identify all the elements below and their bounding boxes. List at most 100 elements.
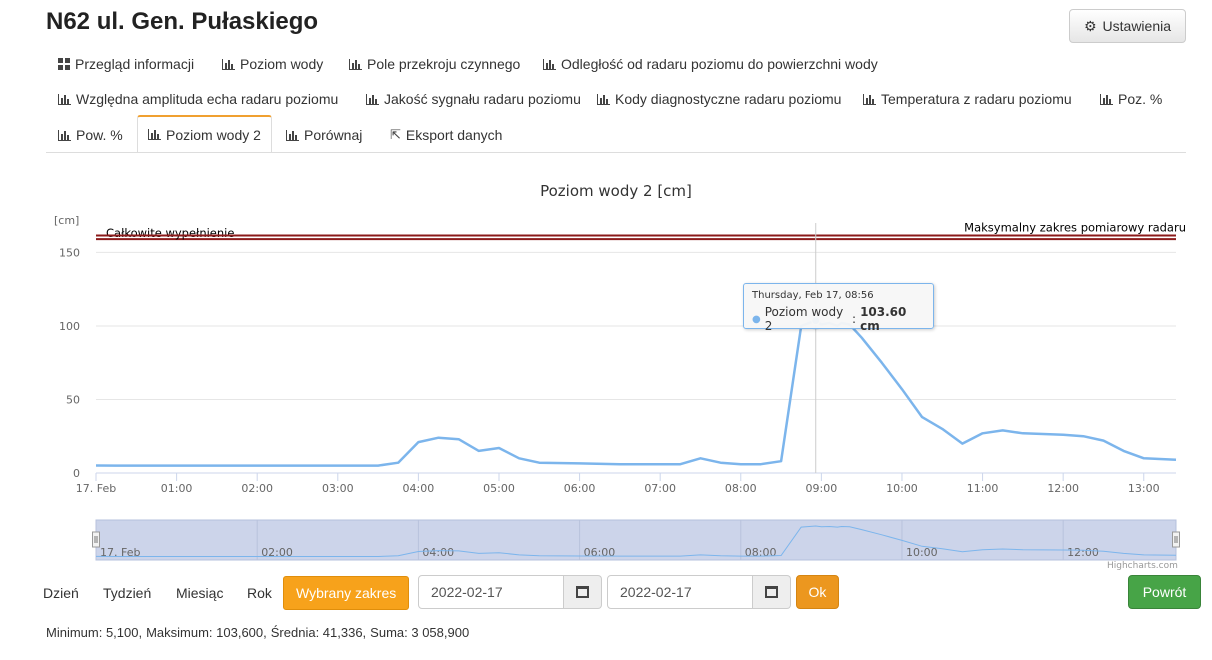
bar-chart-icon — [863, 93, 876, 105]
tab-jakosc[interactable]: Jakość sygnału radaru poziomu — [356, 81, 591, 117]
date-from-group: 2022-02-17 — [418, 575, 602, 609]
navigator-tick-label: 02:00 — [261, 546, 293, 559]
plot-line-label: Całkowite wypełnienie — [106, 226, 234, 240]
tooltip-colon: : — [852, 312, 857, 326]
navigator-tick-label: 12:00 — [1067, 546, 1099, 559]
range-year-button[interactable]: Rok — [247, 576, 272, 610]
navigator-handle — [92, 531, 100, 548]
x-tick-label: 03:00 — [322, 482, 354, 495]
navigator-mask — [95, 519, 1177, 561]
navigator-tick-label: 08:00 — [745, 546, 777, 559]
settings-label: Ustawienia — [1102, 18, 1172, 34]
series-dot-icon: ● — [752, 313, 761, 325]
tooltip-date: Thursday, Feb 17, 08:56 — [752, 290, 874, 301]
grid-icon — [58, 58, 70, 70]
stat-avg: Średnia: 41,336, — [270, 625, 367, 640]
gear-icon: ⚙ — [1083, 17, 1097, 34]
tab-label: Przegląd informacji — [75, 56, 195, 72]
range-day-button[interactable]: Dzień — [43, 576, 79, 610]
tab-pole-przekroju[interactable]: Pole przekroju czynnego — [339, 46, 530, 82]
x-tick-label: 02:00 — [241, 482, 273, 495]
x-tick-label: 09:00 — [806, 482, 838, 495]
tab-label: Kody diagnostyczne radaru poziomu — [615, 91, 842, 107]
calendar-icon — [576, 586, 589, 598]
bar-chart-icon — [222, 58, 235, 70]
bar-chart-icon — [58, 93, 71, 105]
ok-button[interactable]: Ok — [796, 575, 839, 609]
tab-poz-procent[interactable]: Poz. % — [1090, 81, 1172, 117]
bar-chart-icon — [349, 58, 362, 70]
tab-label: Temperatura z radaru poziomu — [881, 91, 1072, 107]
calendar-icon — [765, 586, 778, 598]
x-tick-label: 08:00 — [725, 482, 757, 495]
y-tick-label: 50 — [66, 393, 80, 406]
chart-container: Poziom wody 2 [cm] [cm] 0 50 100 150 17. Feb 01… — [0, 165, 1212, 580]
tab-poziom-wody[interactable]: Poziom wody — [212, 46, 333, 82]
bar-chart-icon — [543, 58, 556, 70]
tab-przeglad[interactable]: Przegląd informacji — [48, 46, 204, 82]
stat-min: Minimum: 5,100, — [46, 625, 143, 640]
y-tick-label: 0 — [73, 467, 80, 480]
tab-poziom-wody-2[interactable]: Poziom wody 2 — [137, 115, 272, 153]
date-from-input[interactable]: 2022-02-17 — [418, 575, 564, 609]
tab-label: Jakość sygnału radaru poziomu — [384, 91, 581, 107]
bar-chart-icon — [286, 129, 299, 141]
chart-credit[interactable]: Highcharts.com — [1107, 561, 1178, 571]
series-line — [95, 319, 1177, 467]
bar-chart-icon — [597, 93, 610, 105]
tab-kody[interactable]: Kody diagnostyczne radaru poziomu — [587, 81, 851, 117]
x-tick-label: 04:00 — [403, 482, 435, 495]
x-tick-label: 13:00 — [1128, 482, 1160, 495]
tabs-divider — [46, 152, 1186, 153]
range-custom-button[interactable]: Wybrany zakres — [283, 576, 410, 610]
tab-label: Pow. % — [76, 127, 123, 143]
tab-porownaj[interactable]: Porównaj — [276, 117, 372, 153]
settings-button[interactable]: ⚙ Ustawienia — [1069, 9, 1186, 43]
navigator-tick-label: 17. Feb — [100, 546, 140, 559]
tab-pow-procent[interactable]: Pow. % — [48, 117, 133, 153]
bar-chart-icon — [148, 129, 161, 140]
water-level-chart: Poziom wody 2 [cm] [cm] 0 50 100 150 17. Feb 01… — [54, 182, 1186, 561]
tab-odleglosc[interactable]: Odległość od radaru poziomu do powierzch… — [533, 46, 888, 82]
x-tick-label: 01:00 — [161, 482, 193, 495]
x-tick-label: 05:00 — [483, 482, 515, 495]
tab-label: Eksport danych — [405, 127, 503, 143]
stat-max: Maksimum: 103,600, — [146, 625, 267, 640]
plot-line-label: Maksymalny zakres pomiarowy radaru — [964, 221, 1186, 235]
chart-tooltip: Thursday, Feb 17, 08:56 ● Poziom wody 2:… — [743, 283, 934, 333]
bar-chart-icon — [366, 93, 379, 105]
x-tick-label: 12:00 — [1047, 482, 1079, 495]
y-tick-label: 150 — [59, 246, 80, 259]
stat-sum: Suma: 3 058,900 — [370, 625, 470, 640]
date-to-input[interactable]: 2022-02-17 — [607, 575, 753, 609]
y-axis-label: [cm] — [54, 214, 79, 227]
x-tick-label: 06:00 — [564, 482, 596, 495]
tab-label: Względna amplituda echa radaru poziomu — [76, 91, 339, 107]
tab-amplituda[interactable]: Względna amplituda echa radaru poziomu — [48, 81, 348, 117]
bar-chart-icon — [58, 129, 71, 141]
tab-label: Odległość od radaru poziomu do powierzch… — [561, 56, 878, 72]
x-tick-label: 10:00 — [886, 482, 918, 495]
back-button[interactable]: Powrót — [1128, 575, 1201, 609]
bar-chart-icon — [1100, 93, 1113, 105]
tab-eksport[interactable]: ⇱ Eksport danych — [380, 117, 512, 153]
page-title: N62 ul. Gen. Pułaskiego — [46, 8, 319, 35]
range-month-button[interactable]: Miesiąc — [176, 576, 223, 610]
chart-title: Poziom wody 2 [cm] — [540, 182, 692, 200]
range-week-button[interactable]: Tydzień — [103, 576, 151, 610]
navigator-tick-label: 06:00 — [584, 546, 616, 559]
tab-label: Pole przekroju czynnego — [367, 56, 521, 72]
tab-label: Poz. % — [1118, 91, 1163, 107]
navigator-tick-label: 04:00 — [422, 546, 454, 559]
tooltip-series: Poziom wody 2 — [764, 305, 844, 333]
x-tick-label: 11:00 — [967, 482, 999, 495]
x-tick-label: 17. Feb — [76, 482, 116, 495]
tab-label: Poziom wody — [240, 56, 324, 72]
date-from-calendar-button[interactable] — [564, 575, 602, 609]
y-tick-label: 100 — [59, 320, 80, 333]
date-to-calendar-button[interactable] — [753, 575, 791, 609]
stats-summary: Minimum: 5,100, Maksimum: 103,600, Średn… — [46, 625, 469, 640]
navigator-handle — [1172, 531, 1180, 548]
tab-temperatura[interactable]: Temperatura z radaru poziomu — [853, 81, 1082, 117]
tooltip-value: 103.60 cm — [860, 305, 907, 333]
